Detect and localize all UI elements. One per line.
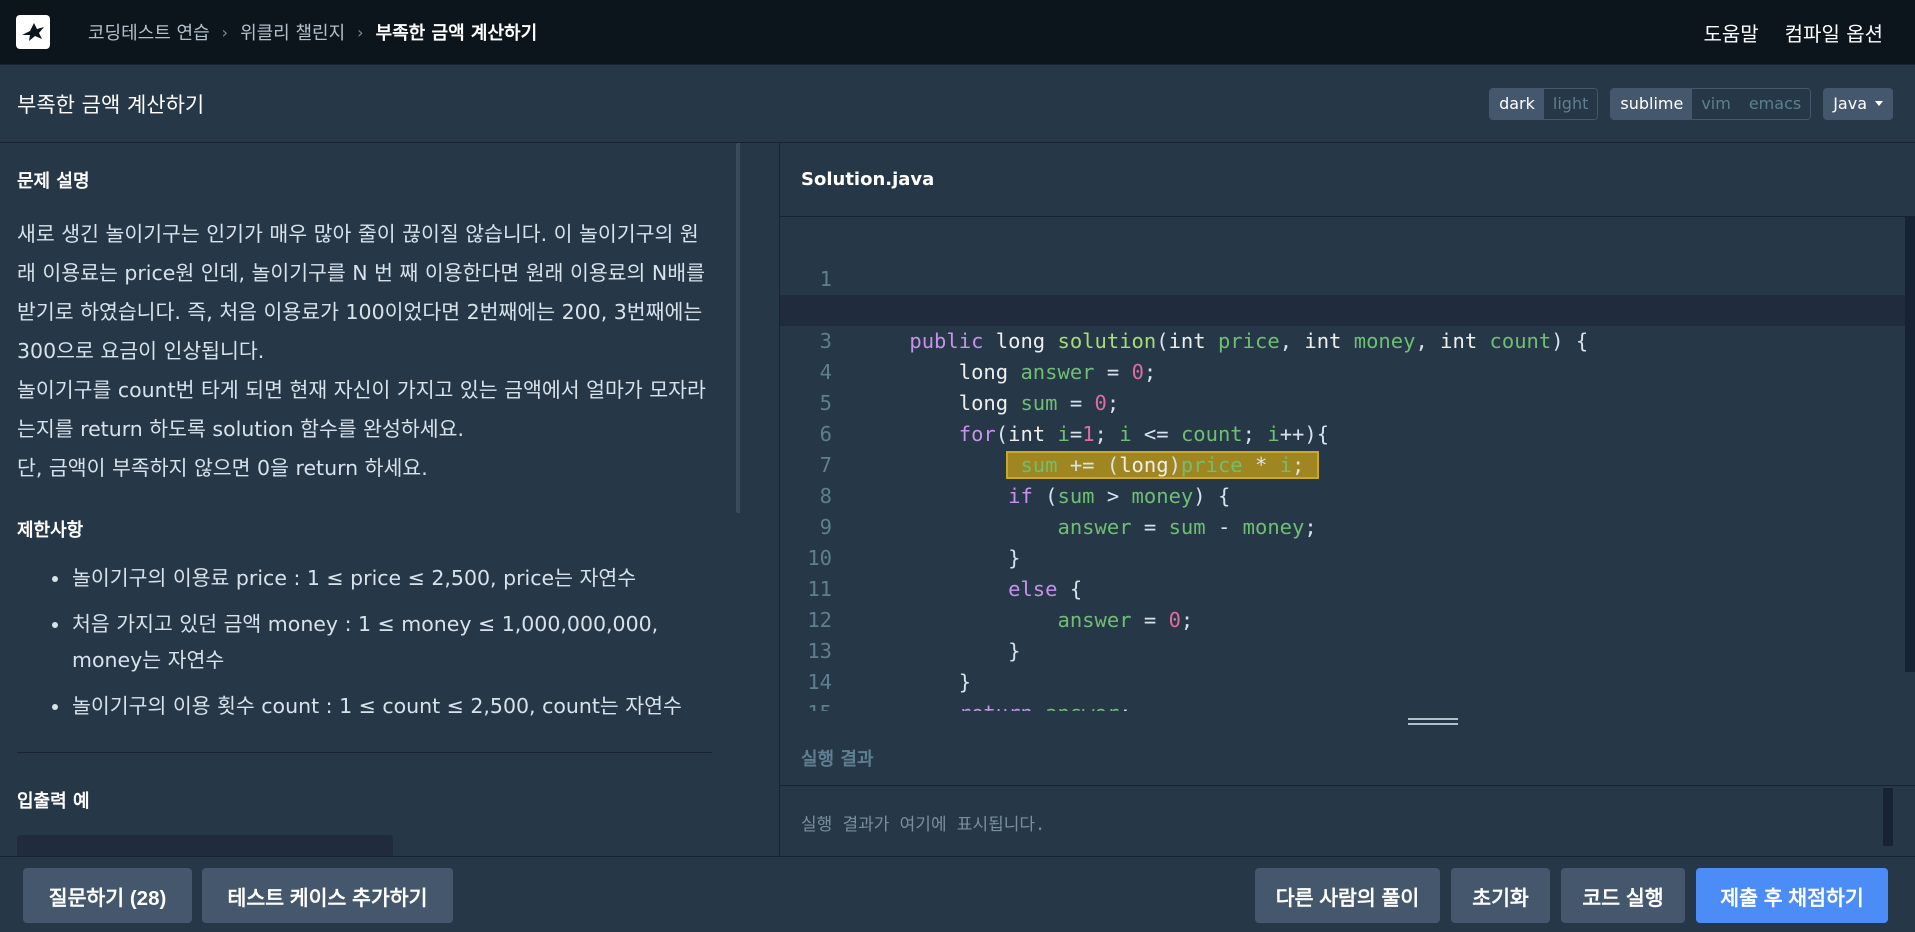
theme-light-button[interactable]: light — [1543, 88, 1598, 119]
reset-button[interactable]: 초기화 — [1451, 868, 1550, 923]
code-line[interactable]: 8 answer = sum - money; — [780, 450, 1905, 539]
code-line[interactable]: 6 sum += (long)price * i; — [780, 388, 1905, 479]
theme-toggle: dark light — [1489, 87, 1599, 120]
add-testcase-button[interactable]: 테스트 케이스 추가하기 — [202, 868, 453, 923]
limit-item: 놀이기구의 이용료 price : 1 ≤ price ≤ 2,500, pri… — [52, 560, 712, 596]
language-select[interactable]: Java — [1823, 87, 1893, 120]
code-line[interactable]: 7 if (sum > money) { — [780, 419, 1905, 508]
result-placeholder: 실행 결과가 여기에 표시됩니다. — [801, 815, 1046, 835]
programmers-logo-icon[interactable] — [16, 15, 50, 49]
help-link[interactable]: 도움말 — [1703, 18, 1758, 47]
submit-button[interactable]: 제출 후 채점하기 — [1696, 868, 1888, 923]
code-line[interactable]: 11 answer = 0; — [780, 543, 1905, 632]
result-heading: 실행 결과 — [801, 749, 874, 770]
code-line[interactable]: 2 public long solution(int price, int mo… — [780, 264, 1905, 353]
problem-panel: 문제 설명 새로 생긴 놀이기구는 인기가 매우 많아 줄이 끊이질 않습니다.… — [0, 143, 740, 856]
io-example-heading: 입출력 예 — [17, 791, 90, 812]
title-bar: 부족한 금액 계산하기 dark light sublime vim emacs… — [0, 65, 1915, 143]
keymap-emacs-button[interactable]: emacs — [1739, 88, 1811, 119]
others-solutions-button[interactable]: 다른 사람의 풀이 — [1255, 868, 1440, 923]
section-divider — [17, 752, 712, 753]
editor-filename: Solution.java — [801, 169, 935, 190]
breadcrumb-weekly-challenge[interactable]: 위클리 챌린지 — [240, 19, 345, 45]
page-title: 부족한 금액 계산하기 — [17, 92, 205, 117]
keymap-sublime-button[interactable]: sublime — [1611, 88, 1693, 119]
chevron-right-icon: › — [357, 22, 364, 42]
breadcrumb: 코딩테스트 연습 › 위클리 챌린지 › 부족한 금액 계산하기 — [88, 19, 537, 45]
problem-description: 새로 생긴 놀이기구는 인기가 매우 많아 줄이 끊이질 않습니다. 이 놀이기… — [17, 215, 712, 488]
theme-dark-button[interactable]: dark — [1490, 88, 1544, 119]
limit-item: 처음 가지고 있던 금액 money : 1 ≤ money ≤ 1,000,0… — [52, 606, 712, 678]
code-line[interactable]: 14 return answer; — [780, 636, 1905, 711]
top-nav: 코딩테스트 연습 › 위클리 챌린지 › 부족한 금액 계산하기 도움말 컴파일… — [0, 0, 1915, 65]
code-line[interactable]: 13 } — [780, 605, 1905, 694]
editor-header: Solution.java — [780, 143, 1915, 217]
code-line[interactable]: 12 } — [780, 574, 1905, 663]
code-line[interactable]: 4 long sum = 0; — [780, 326, 1905, 415]
breadcrumb-current-problem: 부족한 금액 계산하기 — [375, 23, 538, 44]
code-line[interactable]: 5 for(int i=1; i <= count; i++){ — [780, 357, 1905, 446]
code-line[interactable]: 1 class Solution { — [780, 233, 1905, 322]
problem-paragraph: 단, 금액이 부족하지 않으면 0을 return 하세요. — [17, 456, 428, 480]
limits-heading: 제한사항 — [17, 520, 84, 541]
problem-paragraph: 놀이기구를 count번 타게 되면 현재 자신이 가지고 있는 금액에서 얼마… — [17, 378, 706, 441]
limit-item: 놀이기구의 이용 횟수 count : 1 ≤ count ≤ 2,500, c… — [52, 688, 712, 724]
problem-scrollbar[interactable] — [736, 143, 740, 513]
compile-options-link[interactable]: 컴파일 옵션 — [1785, 18, 1883, 47]
code-line[interactable]: 15 } — [780, 667, 1905, 711]
run-code-button[interactable]: 코드 실행 — [1561, 868, 1685, 923]
editor-scrollbar[interactable] — [1905, 217, 1915, 672]
problem-paragraph: 새로 생긴 놀이기구는 인기가 매우 많아 줄이 끊이질 않습니다. 이 놀이기… — [17, 222, 705, 363]
line-number: 15 — [780, 698, 832, 711]
caret-down-icon — [1875, 101, 1883, 106]
chevron-right-icon: › — [221, 22, 229, 42]
language-selected-value: Java — [1833, 93, 1867, 113]
code-editor[interactable]: 1 class Solution { 2 public long solutio… — [780, 217, 1915, 711]
code-line-active[interactable]: 3 long answer = 0; — [780, 295, 1905, 384]
limits-list: 놀이기구의 이용료 price : 1 ≤ price ≤ 2,500, pri… — [17, 560, 712, 724]
question-button[interactable]: 질문하기 (28) — [23, 868, 192, 923]
result-panel: 실행 결과가 여기에 표시됩니다. — [780, 786, 1915, 856]
io-example-table — [17, 835, 393, 856]
bottom-action-bar: 질문하기 (28) 테스트 케이스 추가하기 다른 사람의 풀이 초기화 코드 … — [0, 856, 1915, 932]
breadcrumb-coding-test[interactable]: 코딩테스트 연습 — [88, 19, 210, 45]
code-line[interactable]: 9 } — [780, 481, 1905, 570]
horizontal-resize-handle[interactable] — [780, 711, 1915, 731]
keymap-vim-button[interactable]: vim — [1692, 88, 1740, 119]
keymap-toggle: sublime vim emacs — [1610, 87, 1812, 120]
result-header: 실행 결과 — [780, 731, 1915, 786]
code-line[interactable]: 10 else { — [780, 512, 1905, 601]
result-scrollbar[interactable] — [1883, 788, 1893, 846]
problem-heading: 문제 설명 — [17, 171, 90, 192]
